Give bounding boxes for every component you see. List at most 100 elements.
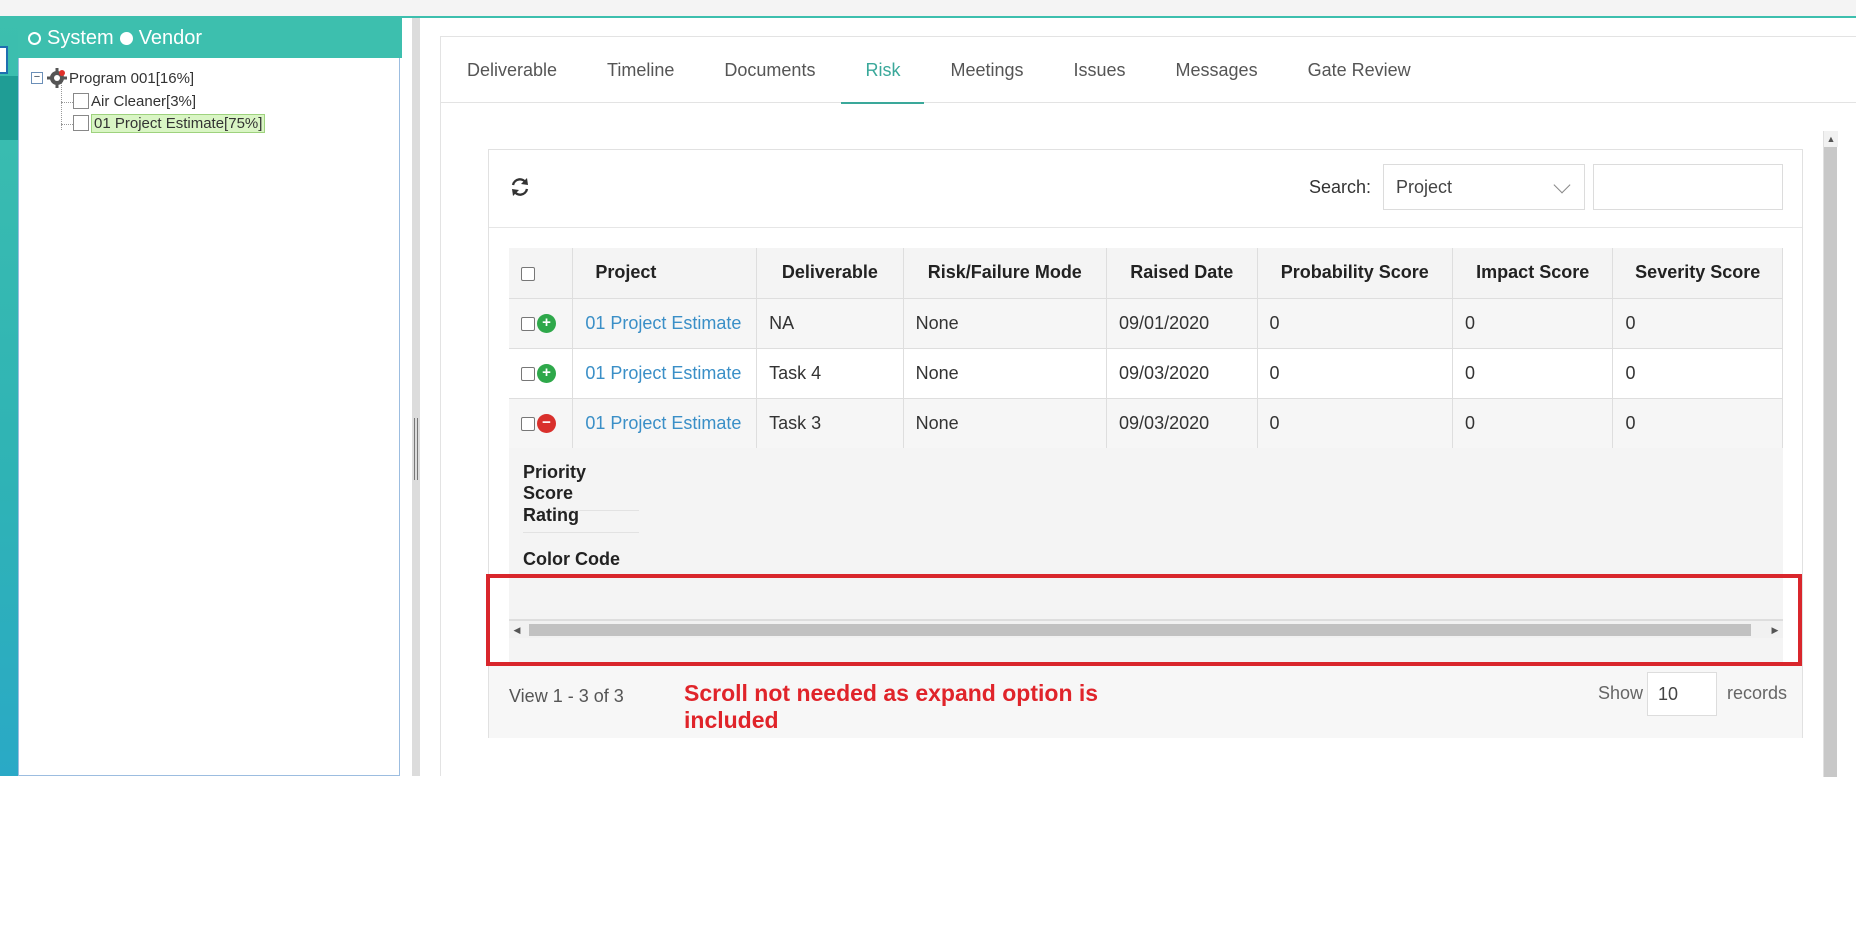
tree-node-label: Air Cleaner[3%] xyxy=(91,92,197,110)
tab-risk[interactable]: Risk xyxy=(841,37,925,104)
expand-plus-icon[interactable]: + xyxy=(537,364,556,384)
tab-deliverable[interactable]: Deliverable xyxy=(467,37,557,103)
risk-table: Project Deliverable Risk/Failure Mode Ra… xyxy=(509,248,1783,662)
table-header-row: Project Deliverable Risk/Failure Mode Ra… xyxy=(509,248,1783,299)
view-count-text: View 1 - 3 of 3 xyxy=(509,686,624,706)
risk-cell: None xyxy=(903,348,1108,399)
row-select-cell: + xyxy=(509,348,574,399)
gear-icon xyxy=(47,68,67,88)
table-row: − 01 Project Estimate Task 3 None 09/03/… xyxy=(509,398,1783,449)
raised-date-cell: 09/03/2020 xyxy=(1106,398,1258,449)
probability-cell: 0 xyxy=(1257,348,1453,399)
deliverable-cell: Task 3 xyxy=(756,398,904,449)
tree-node-label-selected: 01 Project Estimate[75%] xyxy=(91,113,266,133)
tab-bar: Deliverable Timeline Documents Risk Meet… xyxy=(441,37,1856,104)
severity-cell: 0 xyxy=(1612,398,1783,449)
risk-cell: None xyxy=(903,298,1108,349)
top-bar xyxy=(0,0,1856,18)
radio-vendor-label[interactable]: Vendor xyxy=(139,27,202,50)
project-tree: − Program 001[16%] Air Cleaner[3%] 01 Pr… xyxy=(18,58,400,776)
expanded-field-rating: Rating xyxy=(523,505,639,533)
raised-date-cell: 09/03/2020 xyxy=(1106,348,1258,399)
tree-view-selector: System Vendor xyxy=(18,18,402,58)
refresh-icon[interactable] xyxy=(509,176,531,198)
horizontal-scroll-thumb[interactable] xyxy=(529,624,1751,636)
tab-timeline[interactable]: Timeline xyxy=(607,37,674,103)
select-all-cell xyxy=(509,248,574,299)
radio-system-label[interactable]: System xyxy=(47,27,114,50)
probability-cell: 0 xyxy=(1257,298,1453,349)
column-header-raised-date[interactable]: Raised Date xyxy=(1106,248,1258,299)
scroll-left-icon[interactable]: ◀ xyxy=(509,621,525,639)
project-link[interactable]: 01 Project Estimate xyxy=(572,348,758,399)
tab-issues[interactable]: Issues xyxy=(1074,37,1126,103)
collapse-minus-icon[interactable]: − xyxy=(537,414,556,434)
records-label: records xyxy=(1727,683,1788,703)
panel-splitter[interactable] xyxy=(412,18,420,776)
probability-cell: 0 xyxy=(1257,398,1453,449)
impact-cell: 0 xyxy=(1452,298,1614,349)
scroll-right-icon[interactable]: ▶ xyxy=(1767,621,1783,639)
radio-system-icon[interactable] xyxy=(28,31,41,45)
select-all-checkbox[interactable] xyxy=(521,266,535,281)
risk-grid-card: Search: Project Project Deliverable Risk… xyxy=(488,149,1803,738)
collapse-icon[interactable]: − xyxy=(31,72,43,84)
horizontal-scrollbar[interactable]: ◀ ▶ xyxy=(509,620,1783,638)
column-header-project[interactable]: Project xyxy=(572,248,758,299)
project-link[interactable]: 01 Project Estimate xyxy=(572,398,758,449)
deliverable-cell: Task 4 xyxy=(756,348,904,399)
expand-plus-icon[interactable]: + xyxy=(537,314,556,334)
severity-cell: 0 xyxy=(1612,348,1783,399)
splitter-grip-icon[interactable] xyxy=(414,418,418,480)
tree-connector xyxy=(61,82,62,130)
nav-square-icon[interactable] xyxy=(0,46,8,74)
radio-vendor-icon[interactable] xyxy=(119,31,133,45)
tree-node-project-estimate[interactable]: 01 Project Estimate[75%] xyxy=(73,113,266,133)
severity-cell: 0 xyxy=(1612,298,1783,349)
tab-meetings[interactable]: Meetings xyxy=(950,37,1023,103)
risk-cell: None xyxy=(903,398,1108,449)
impact-cell: 0 xyxy=(1452,398,1614,449)
tree-node-program[interactable]: − Program 001[16%] xyxy=(31,68,194,88)
node-checkbox-icon[interactable] xyxy=(73,115,89,131)
column-header-risk[interactable]: Risk/Failure Mode xyxy=(903,248,1108,299)
annotation-note: Scroll not needed as expand option is in… xyxy=(684,680,1099,733)
grid-toolbar: Search: Project xyxy=(489,150,1802,228)
tree-node-label: Program 001[16%] xyxy=(69,69,195,87)
search-field-select[interactable]: Project xyxy=(1383,164,1585,210)
records-per-page-input[interactable]: 10 xyxy=(1647,672,1717,716)
column-header-deliverable[interactable]: Deliverable xyxy=(756,248,904,299)
column-header-severity[interactable]: Severity Score xyxy=(1612,248,1783,299)
vertical-scrollbar[interactable]: ▲ xyxy=(1823,131,1838,777)
deliverable-cell: NA xyxy=(756,298,904,349)
tab-messages[interactable]: Messages xyxy=(1176,37,1258,103)
search-field-value: Project xyxy=(1396,177,1453,197)
expanded-row-details: Priority Score Rating Color Code xyxy=(509,448,1783,620)
tab-gate-review[interactable]: Gate Review xyxy=(1308,37,1411,103)
row-select-cell: − xyxy=(509,398,574,449)
column-header-impact[interactable]: Impact Score xyxy=(1452,248,1614,299)
scroll-up-icon[interactable]: ▲ xyxy=(1824,131,1838,147)
show-label: Show xyxy=(1598,683,1644,703)
node-checkbox-icon[interactable] xyxy=(73,93,89,109)
tree-node-air-cleaner[interactable]: Air Cleaner[3%] xyxy=(73,91,196,111)
table-row: + 01 Project Estimate NA None 09/01/2020… xyxy=(509,298,1783,349)
chevron-down-icon xyxy=(1553,176,1571,194)
tab-documents[interactable]: Documents xyxy=(724,37,815,103)
expanded-field-color-code: Color Code xyxy=(523,549,620,569)
table-row: + 01 Project Estimate Task 4 None 09/03/… xyxy=(509,348,1783,399)
nav-active-block[interactable] xyxy=(0,76,18,140)
search-input[interactable] xyxy=(1593,164,1783,210)
row-select-cell: + xyxy=(509,298,574,349)
impact-cell: 0 xyxy=(1452,348,1614,399)
row-checkbox[interactable] xyxy=(521,316,535,331)
expanded-field-priority-score: Priority Score xyxy=(523,462,639,511)
row-checkbox[interactable] xyxy=(521,416,535,431)
main-content: Deliverable Timeline Documents Risk Meet… xyxy=(440,36,1856,777)
row-checkbox[interactable] xyxy=(521,366,535,381)
project-link[interactable]: 01 Project Estimate xyxy=(572,298,758,349)
raised-date-cell: 09/01/2020 xyxy=(1106,298,1258,349)
column-header-probability[interactable]: Probability Score xyxy=(1257,248,1453,299)
search-label: Search: xyxy=(1309,177,1372,197)
left-nav-strip xyxy=(0,18,18,776)
